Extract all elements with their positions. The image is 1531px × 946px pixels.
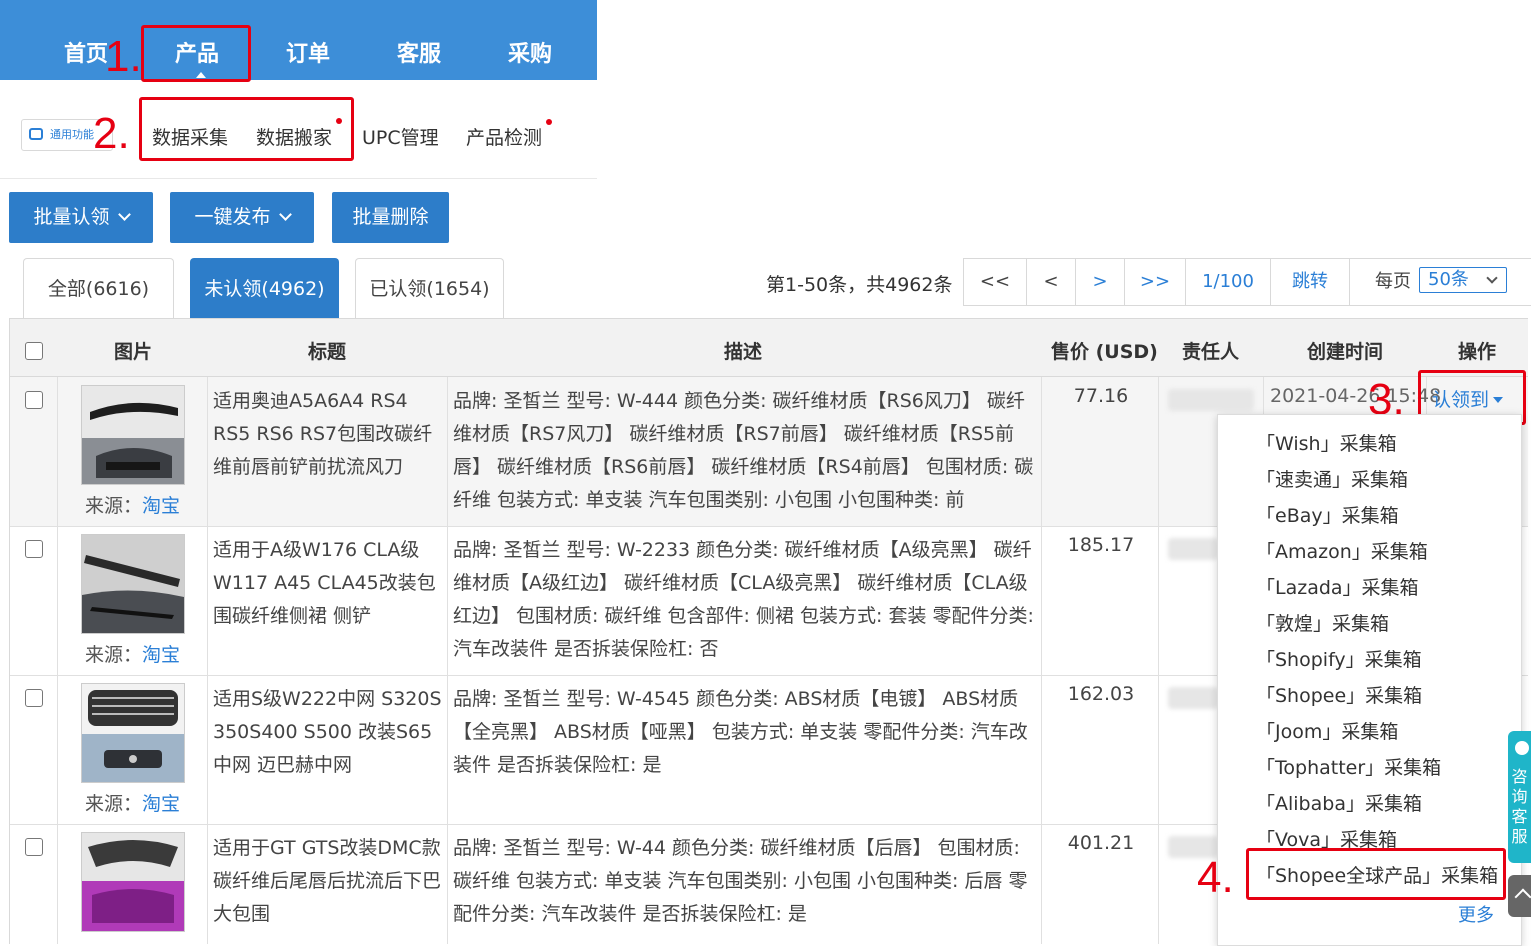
row-checkbox[interactable] — [25, 391, 43, 409]
created-time: 2021-04-26 15:48 — [1270, 385, 1442, 407]
menu-item-shopify[interactable]: 「Shopify」采集箱 — [1256, 645, 1422, 672]
subnav-product-check[interactable]: 产品检测 — [466, 123, 542, 150]
menu-item-amazon[interactable]: 「Amazon」采集箱 — [1256, 537, 1428, 564]
row-checkbox[interactable] — [25, 540, 43, 558]
product-desc: 品牌: 圣皙兰 型号: W-4545 颜色分类: ABS材质【电镀】 ABS材质… — [453, 688, 1028, 776]
divider — [0, 178, 597, 179]
product-thumbnail[interactable] — [81, 832, 185, 932]
product-price: 162.03 — [1067, 683, 1135, 705]
chevron-down-icon — [117, 208, 131, 221]
annotation-box-1 — [141, 25, 251, 82]
first-page-button[interactable]: << — [964, 259, 1027, 305]
product-desc: 品牌: 圣皙兰 型号: W-444 颜色分类: 碳纤维材质【RS6风刀】 碳纤维… — [453, 390, 1034, 511]
product-thumbnail[interactable] — [81, 385, 185, 485]
product-title[interactable]: 适用S级W222中网 S320S 350S400 S500 改装S65中网 迈巴… — [213, 683, 445, 782]
batch-claim-label: 批量认领 — [33, 206, 110, 228]
last-page-button[interactable]: >> — [1125, 259, 1186, 305]
one-click-publish-label: 一键发布 — [194, 206, 271, 228]
product-price: 401.21 — [1067, 832, 1135, 854]
product-thumbnail[interactable] — [81, 534, 185, 634]
page-info: 第1-50条，共4962条 — [766, 274, 953, 296]
annotation-step-2: 2. — [93, 109, 130, 158]
table-header: 图片 标题 描述 售价 (USD) 责任人 创建时间 操作 — [10, 318, 1528, 377]
row-checkbox[interactable] — [25, 838, 43, 856]
next-page-button[interactable]: > — [1076, 259, 1125, 305]
owner-redacted — [1168, 538, 1218, 560]
per-page: 每页 50条 — [1350, 259, 1531, 305]
menu-item-ebay[interactable]: 「eBay」采集箱 — [1256, 501, 1399, 528]
product-thumbnail[interactable] — [81, 683, 185, 783]
consult-service-tab[interactable]: 咨询客服 — [1508, 731, 1531, 863]
more-link[interactable]: 更多 — [1458, 901, 1494, 927]
menu-item-wish[interactable]: 「Wish」采集箱 — [1256, 429, 1397, 456]
product-desc: 品牌: 圣皙兰 型号: W-2233 颜色分类: 碳纤维材质【A级亮黑】 碳纤维… — [453, 539, 1034, 660]
per-page-value: 50条 — [1428, 269, 1469, 290]
arrow-up-icon — [1514, 888, 1531, 906]
current-page[interactable]: 1/100 — [1186, 259, 1271, 305]
chevron-down-icon — [278, 208, 292, 221]
product-price: 77.16 — [1073, 385, 1129, 407]
common-tools-label: 通用功能 — [50, 128, 94, 141]
owner-redacted — [1168, 389, 1254, 411]
select-all-checkbox[interactable] — [25, 342, 43, 360]
header-title: 标题 — [308, 341, 347, 363]
source-link[interactable]: 淘宝 — [142, 644, 180, 666]
menu-item-tophatter[interactable]: 「Tophatter」采集箱 — [1256, 753, 1441, 780]
pager: << < > >> 1/100 跳转 每页 50条 — [963, 258, 1531, 306]
header-desc: 描述 — [724, 341, 763, 363]
product-title[interactable]: 适用于A级W176 CLA级W117 A45 CLA45改装包围碳纤维侧裙 侧铲 — [213, 534, 445, 633]
back-to-top-button[interactable] — [1508, 875, 1531, 917]
source-label: 来源： — [85, 793, 143, 815]
source-link[interactable]: 淘宝 — [142, 793, 180, 815]
per-page-select[interactable]: 50条 — [1419, 267, 1507, 293]
header-created: 创建时间 — [1307, 341, 1384, 363]
menu-item-alibaba[interactable]: 「Alibaba」采集箱 — [1256, 789, 1422, 816]
menu-item-aliexpress[interactable]: 「速卖通」采集箱 — [1256, 465, 1408, 492]
consult-service-label: 咨询客服 — [1511, 767, 1528, 846]
tab-unclaimed[interactable]: 未认领(4962) — [190, 258, 339, 318]
menu-item-joom[interactable]: 「Joom」采集箱 — [1256, 717, 1398, 744]
annotation-step-4: 4. — [1197, 853, 1234, 902]
robot-icon — [29, 128, 43, 140]
batch-delete-button[interactable]: 批量删除 — [332, 192, 449, 243]
header-image: 图片 — [114, 341, 153, 363]
annotation-box-2 — [139, 97, 354, 161]
batch-claim-button[interactable]: 批量认领 — [9, 192, 153, 243]
subnav-upc[interactable]: UPC管理 — [362, 123, 439, 150]
product-desc: 品牌: 圣皙兰 型号: W-44 颜色分类: 碳纤维材质【后唇】 包围材质: 碳… — [453, 837, 1028, 925]
source-label: 来源： — [85, 495, 143, 517]
header-price: 售价 (USD) — [1051, 341, 1158, 363]
nav-orders[interactable]: 订单 — [286, 36, 330, 68]
header-owner: 责任人 — [1182, 341, 1240, 363]
owner-redacted — [1168, 687, 1218, 709]
tab-all[interactable]: 全部(6616) — [23, 258, 174, 318]
source: 来源：淘宝 — [85, 789, 180, 816]
menu-item-dhgate[interactable]: 「敦煌」采集箱 — [1256, 609, 1389, 636]
product-price: 185.17 — [1067, 534, 1135, 556]
top-nav: 首页 产品 订单 客服 采购 — [0, 0, 597, 80]
source: 来源：淘宝 — [85, 640, 180, 667]
jump-button[interactable]: 跳转 — [1271, 259, 1350, 305]
source: 来源：淘宝 — [85, 491, 180, 518]
annotation-box-4 — [1246, 848, 1506, 900]
tab-claimed[interactable]: 已认领(1654) — [355, 258, 504, 318]
nav-service[interactable]: 客服 — [397, 36, 441, 68]
nav-purchase[interactable]: 采购 — [508, 36, 552, 68]
new-badge-dot — [546, 119, 552, 125]
menu-item-lazada[interactable]: 「Lazada」采集箱 — [1256, 573, 1419, 600]
row-checkbox[interactable] — [25, 689, 43, 707]
source-link[interactable]: 淘宝 — [142, 495, 180, 517]
one-click-publish-button[interactable]: 一键发布 — [170, 192, 314, 243]
menu-item-shopee[interactable]: 「Shopee」采集箱 — [1256, 681, 1422, 708]
annotation-step-1: 1. — [105, 32, 142, 81]
product-title[interactable]: 适用奥迪A5A6A4 RS4 RS5 RS6 RS7包围改碳纤维前唇前铲前扰流风… — [213, 385, 445, 484]
per-page-label: 每页 — [1375, 271, 1411, 292]
header-action: 操作 — [1458, 341, 1497, 363]
chevron-down-icon — [1486, 272, 1498, 284]
chat-icon — [1515, 741, 1529, 755]
source-label: 来源： — [85, 644, 143, 666]
product-title[interactable]: 适用于GT GTS改装DMC款碳纤维后尾唇后扰流后下巴大包围 — [213, 832, 445, 931]
prev-page-button[interactable]: < — [1027, 259, 1076, 305]
nav-home[interactable]: 首页 — [64, 36, 108, 68]
